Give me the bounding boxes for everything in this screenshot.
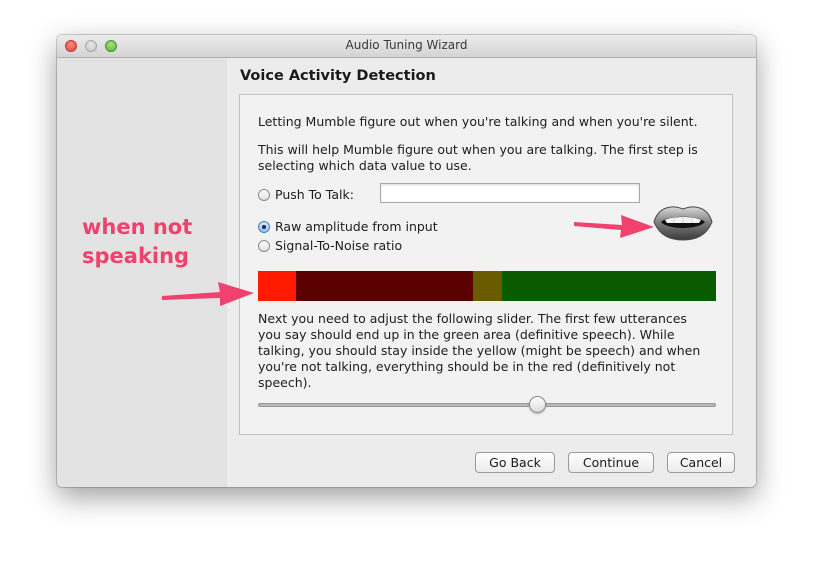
annotation-line-1: when not: [82, 215, 193, 239]
vad-threshold-slider-thumb[interactable]: [528, 396, 546, 413]
instruction-line-5: speech).: [258, 375, 312, 390]
snr-option[interactable]: Signal-To-Noise ratio: [258, 238, 402, 254]
meter-segment-speech-zone: [501, 271, 716, 301]
meter-segment-maybe-speech-zone: [473, 271, 502, 301]
raw-amplitude-label: Raw amplitude from input: [275, 219, 438, 234]
continue-button[interactable]: Continue: [568, 452, 654, 473]
vad-panel: Letting Mumble figure out when you're ta…: [239, 94, 733, 435]
help-text-line-2: selecting which data value to use.: [258, 158, 472, 173]
wizard-sidebar: [57, 58, 227, 487]
window-title: Audio Tuning Wizard: [345, 38, 468, 52]
meter-segment-silence-zone: [296, 271, 474, 301]
push-to-talk-option[interactable]: Push To Talk:: [258, 187, 354, 203]
annotation-callout: when not speaking: [82, 213, 192, 271]
push-to-talk-label: Push To Talk:: [275, 187, 354, 202]
help-text-line-1: This will help Mumble figure out when yo…: [258, 142, 698, 157]
instruction-line-3: talking, you should stay inside the yell…: [258, 343, 701, 358]
snr-radio[interactable]: [258, 240, 270, 252]
vad-threshold-slider-track[interactable]: [258, 403, 716, 407]
cancel-button[interactable]: Cancel: [667, 452, 735, 473]
intro-text: Letting Mumble figure out when you're ta…: [258, 114, 698, 129]
annotation-arrow-to-meter: [162, 282, 254, 306]
meter-segment-current-level: [258, 271, 296, 301]
annotation-arrow-to-mouth: [574, 215, 654, 238]
raw-amplitude-option[interactable]: Raw amplitude from input: [258, 219, 438, 235]
instruction-line-4: you're not talking, everything should be…: [258, 359, 676, 374]
raw-amplitude-radio[interactable]: [258, 221, 270, 233]
title-bar[interactable]: Audio Tuning Wizard: [57, 35, 756, 58]
instruction-line-1: Next you need to adjust the following sl…: [258, 311, 687, 326]
go-back-button[interactable]: Go Back: [475, 452, 555, 473]
talking-mouth-icon: [653, 206, 713, 241]
snr-label: Signal-To-Noise ratio: [275, 238, 403, 253]
annotation-line-2: speaking: [82, 244, 190, 268]
instruction-line-2: you say should end up in the green area …: [258, 327, 675, 342]
page-title: Voice Activity Detection: [240, 68, 436, 84]
push-to-talk-radio[interactable]: [258, 189, 270, 201]
voice-level-meter: [258, 271, 716, 301]
push-to-talk-shortcut-field[interactable]: [380, 183, 640, 203]
